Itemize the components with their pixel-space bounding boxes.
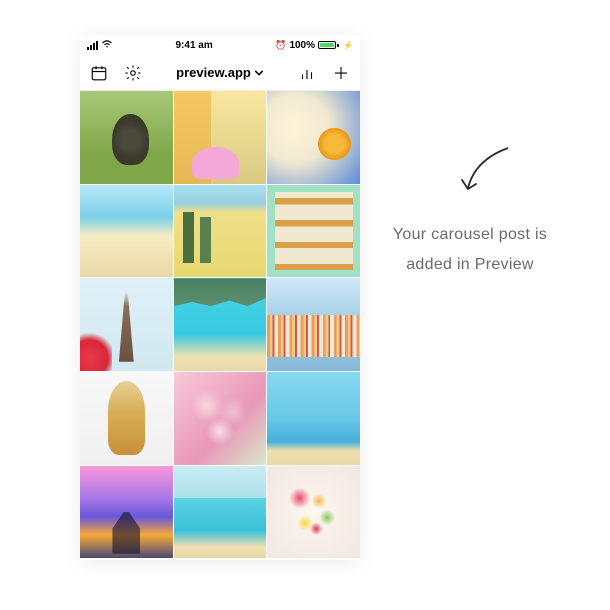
grid-post[interactable] (174, 278, 267, 371)
status-bar: 9:41 am ⏰ 100% ⚡ (80, 35, 360, 55)
app-title-dropdown[interactable]: preview.app (176, 65, 264, 80)
grid-post[interactable] (267, 185, 360, 278)
status-right: ⏰ 100% ⚡ (275, 40, 353, 51)
charging-icon: ⚡ (343, 41, 353, 50)
battery-percentage: 100% (289, 40, 315, 51)
settings-button[interactable] (124, 64, 142, 82)
grid-post[interactable] (80, 466, 173, 559)
status-time: 9:41 am (175, 40, 212, 51)
grid-post[interactable] (267, 91, 360, 184)
battery-icon (318, 41, 339, 49)
grid-post[interactable] (80, 278, 173, 371)
feed-grid (80, 91, 360, 558)
signal-icon (87, 41, 98, 50)
grid-post[interactable] (267, 278, 360, 371)
grid-post[interactable] (267, 466, 360, 559)
grid-post[interactable] (174, 466, 267, 559)
grid-post[interactable] (80, 372, 173, 465)
grid-post[interactable] (174, 372, 267, 465)
grid-post[interactable] (174, 91, 267, 184)
grid-post[interactable] (80, 185, 173, 278)
phone-frame: 9:41 am ⏰ 100% ⚡ preview.app (80, 35, 360, 560)
grid-post[interactable] (80, 91, 173, 184)
grid-post[interactable] (267, 372, 360, 465)
chevron-down-icon (254, 68, 264, 78)
app-title: preview.app (176, 65, 251, 80)
annotation-text: Your carousel post is added in Preview (385, 220, 555, 281)
app-header: preview.app (80, 55, 360, 91)
status-left (87, 39, 113, 51)
calendar-button[interactable] (90, 64, 108, 82)
grid-post[interactable] (174, 185, 267, 278)
annotation: Your carousel post is added in Preview (385, 140, 555, 281)
wifi-icon (101, 39, 113, 51)
alarm-icon: ⏰ (275, 40, 286, 51)
arrow-icon (425, 140, 555, 200)
add-button[interactable] (332, 64, 350, 82)
analytics-button[interactable] (298, 64, 316, 82)
